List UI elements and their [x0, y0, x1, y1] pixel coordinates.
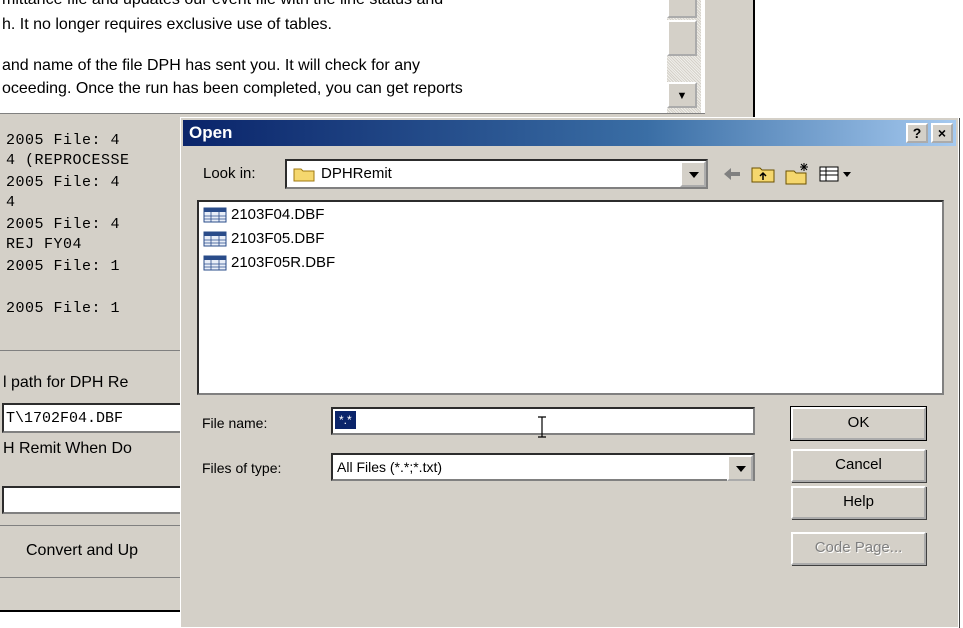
back-arrow-icon[interactable] [718, 160, 746, 188]
log-line: 4 (REPROCESSE [6, 152, 130, 169]
description-text-box: mittance file and updates our event file… [0, 0, 705, 114]
chevron-down-icon[interactable] [727, 455, 753, 481]
path-label: l path for DPH Re [3, 374, 129, 391]
files-of-type-dropdown[interactable]: All Files (*.*;*.txt) [331, 453, 755, 481]
view-menu-icon[interactable] [817, 160, 857, 188]
dialog-title-bar[interactable]: Open ? × [183, 120, 956, 146]
remit-label: H Remit When Do [3, 440, 132, 457]
file-name: 2103F05.DBF [231, 230, 325, 247]
file-name: 2103F04.DBF [231, 206, 325, 223]
cancel-button[interactable]: Cancel [791, 449, 926, 482]
file-name-label: File name: [202, 415, 268, 431]
new-folder-icon[interactable] [783, 160, 811, 188]
look-in-dropdown[interactable]: DPHRemit [285, 159, 708, 189]
divider [0, 350, 190, 351]
files-of-type-value: All Files (*.*;*.txt) [337, 459, 443, 475]
close-button[interactable]: × [931, 123, 953, 143]
description-line: mittance file and updates our event file… [2, 0, 443, 9]
open-dialog: Open ? × Look in: DPHRemit 2103F04.DBF 2… [180, 117, 959, 628]
description-scrollbar[interactable]: ▼ [667, 0, 701, 113]
ok-button[interactable]: OK [790, 406, 927, 441]
chevron-down-icon[interactable] [680, 161, 706, 187]
divider [0, 577, 190, 578]
log-line: 4 [6, 194, 16, 211]
scroll-thumb[interactable] [667, 20, 697, 56]
file-name-value: *.* [335, 411, 356, 429]
help-title-button[interactable]: ? [906, 123, 928, 143]
look-in-label: Look in: [203, 165, 256, 182]
dialog-title: Open [189, 123, 233, 142]
log-line: REJ FY04 [6, 236, 83, 253]
up-folder-icon[interactable] [749, 160, 777, 188]
log-line: 2005 File: 4 [6, 216, 121, 233]
remit-field[interactable] [2, 486, 192, 514]
i-beam-cursor-icon [538, 416, 546, 438]
log-line: 2005 File: 1 [6, 258, 121, 275]
help-button[interactable]: Help [791, 486, 926, 519]
log-line: 2005 File: 4 [6, 174, 121, 191]
convert-button-label: Convert and Up [26, 542, 139, 559]
scroll-up-button[interactable] [667, 0, 697, 18]
log-line: 2005 File: 4 [6, 132, 121, 149]
files-of-type-label: Files of type: [202, 460, 282, 476]
look-in-value: DPHRemit [321, 165, 392, 182]
path-field[interactable]: T\1702F04.DBF [2, 403, 192, 433]
convert-and-update-button[interactable]: Convert and Up [0, 525, 190, 578]
code-page-button[interactable]: Code Page... [791, 532, 926, 565]
dbf-file-icon [203, 207, 227, 223]
description-line: h. It no longer requires exclusive use o… [2, 16, 332, 33]
folder-icon [293, 168, 315, 182]
chevron-down-icon: ▼ [676, 90, 688, 102]
path-value: T\1702F04.DBF [6, 410, 124, 427]
dbf-file-icon [203, 255, 227, 271]
dbf-file-icon [203, 231, 227, 247]
file-name: 2103F05R.DBF [231, 254, 336, 271]
file-list[interactable]: 2103F04.DBF 2103F05.DBF 2103F05R.DBF [197, 200, 944, 395]
description-line: and name of the file DPH has sent you. I… [2, 57, 420, 74]
scroll-down-button[interactable]: ▼ [667, 82, 697, 108]
log-line: 2005 File: 1 [6, 300, 121, 317]
description-line: oceeding. Once the run has been complete… [2, 80, 463, 97]
log-list: 2005 File: 4 4 (REPROCESSE 2005 File: 4 … [0, 120, 200, 350]
